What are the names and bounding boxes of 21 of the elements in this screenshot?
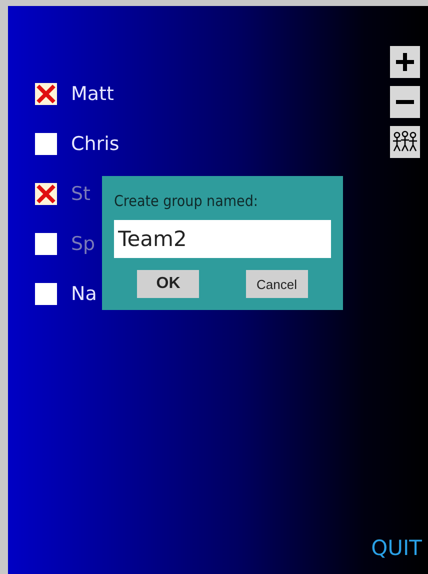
- person-name: Sp: [71, 233, 96, 255]
- people-icon: [392, 130, 418, 154]
- group-name-field[interactable]: Team2: [114, 220, 331, 258]
- person-name: St: [71, 183, 91, 205]
- ok-button[interactable]: OK: [137, 270, 200, 298]
- person-name: Na: [71, 283, 97, 305]
- person-name: Matt: [71, 83, 114, 105]
- remove-button[interactable]: [390, 86, 420, 118]
- cancel-button[interactable]: Cancel: [246, 270, 308, 298]
- group-button[interactable]: [390, 126, 420, 158]
- add-button[interactable]: [390, 46, 420, 78]
- checkbox[interactable]: [35, 183, 57, 205]
- checkbox[interactable]: [35, 83, 57, 105]
- person-name: Chris: [71, 133, 120, 155]
- plus-icon: [393, 50, 417, 74]
- checkbox[interactable]: [35, 283, 57, 305]
- minus-icon: [396, 100, 414, 104]
- quit-link[interactable]: QUIT: [371, 536, 422, 560]
- checkbox[interactable]: [35, 133, 57, 155]
- checkbox[interactable]: [35, 233, 57, 255]
- dialog-title: Create group named:: [114, 192, 259, 210]
